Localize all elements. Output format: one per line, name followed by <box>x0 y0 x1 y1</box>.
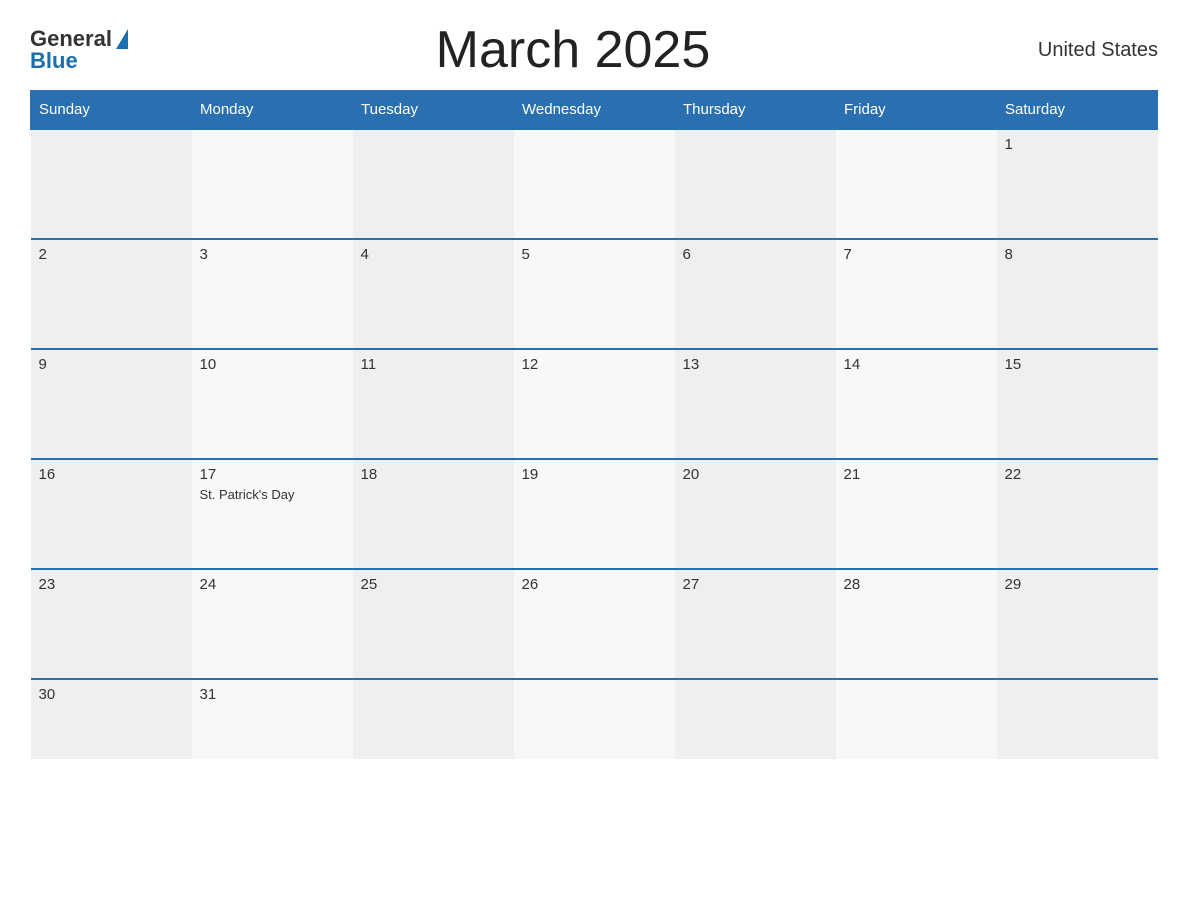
calendar-cell: 22 <box>997 459 1158 569</box>
calendar-week-row: 9 10 11 12 13 14 15 <box>31 349 1158 459</box>
day-number: 31 <box>200 686 345 703</box>
calendar-cell: 9 <box>31 349 192 459</box>
calendar-cell <box>836 129 997 239</box>
calendar-table: Sunday Monday Tuesday Wednesday Thursday… <box>30 90 1158 759</box>
calendar-cell <box>675 129 836 239</box>
day-number: 6 <box>683 246 828 263</box>
calendar-cell: 21 <box>836 459 997 569</box>
day-number: 16 <box>39 466 184 483</box>
header: General Blue March 2025 United States <box>30 20 1158 80</box>
day-number: 5 <box>522 246 667 263</box>
calendar-cell: 25 <box>353 569 514 679</box>
page: General Blue March 2025 United States Su… <box>0 0 1188 918</box>
day-number: 15 <box>1005 356 1150 373</box>
calendar-cell <box>836 679 997 759</box>
day-number: 30 <box>39 686 184 703</box>
col-wednesday: Wednesday <box>514 91 675 130</box>
logo-general-text: General <box>30 28 112 50</box>
day-number: 18 <box>361 466 506 483</box>
day-number: 8 <box>1005 246 1150 263</box>
day-number: 14 <box>844 356 989 373</box>
day-number: 20 <box>683 466 828 483</box>
day-number: 3 <box>200 246 345 263</box>
day-number: 21 <box>844 466 989 483</box>
calendar-cell: 29 <box>997 569 1158 679</box>
calendar-header-row: Sunday Monday Tuesday Wednesday Thursday… <box>31 91 1158 130</box>
calendar-cell: 18 <box>353 459 514 569</box>
day-number: 10 <box>200 356 345 373</box>
calendar-cell: 5 <box>514 239 675 349</box>
logo-triangle-icon <box>116 29 128 49</box>
calendar-cell: 14 <box>836 349 997 459</box>
calendar-cell: 19 <box>514 459 675 569</box>
logo: General Blue <box>30 28 128 72</box>
day-number: 4 <box>361 246 506 263</box>
col-sunday: Sunday <box>31 91 192 130</box>
day-number: 11 <box>361 356 506 373</box>
calendar-cell: 6 <box>675 239 836 349</box>
calendar-cell: 12 <box>514 349 675 459</box>
day-number: 22 <box>1005 466 1150 483</box>
calendar-cell: 8 <box>997 239 1158 349</box>
day-number: 7 <box>844 246 989 263</box>
day-number: 1 <box>1005 136 1150 153</box>
col-tuesday: Tuesday <box>353 91 514 130</box>
calendar-cell: 20 <box>675 459 836 569</box>
calendar-cell: 10 <box>192 349 353 459</box>
calendar-cell: 15 <box>997 349 1158 459</box>
calendar-cell <box>514 129 675 239</box>
calendar-cell <box>514 679 675 759</box>
calendar-week-row: 30 31 <box>31 679 1158 759</box>
calendar-cell: 26 <box>514 569 675 679</box>
calendar-title: March 2025 <box>128 20 1018 80</box>
day-number: 29 <box>1005 576 1150 593</box>
day-number: 12 <box>522 356 667 373</box>
day-number: 27 <box>683 576 828 593</box>
calendar-cell: 3 <box>192 239 353 349</box>
calendar-cell: 27 <box>675 569 836 679</box>
calendar-cell: 7 <box>836 239 997 349</box>
day-number: 19 <box>522 466 667 483</box>
col-friday: Friday <box>836 91 997 130</box>
calendar-week-row: 23 24 25 26 27 28 29 <box>31 569 1158 679</box>
calendar-cell: 13 <box>675 349 836 459</box>
calendar-cell: 23 <box>31 569 192 679</box>
col-monday: Monday <box>192 91 353 130</box>
calendar-cell <box>675 679 836 759</box>
calendar-cell: 1 <box>997 129 1158 239</box>
day-number: 24 <box>200 576 345 593</box>
calendar-cell <box>997 679 1158 759</box>
calendar-week-row: 1 <box>31 129 1158 239</box>
calendar-cell: 30 <box>31 679 192 759</box>
calendar-cell: 16 <box>31 459 192 569</box>
logo-blue-text: Blue <box>30 50 78 72</box>
calendar-cell: 24 <box>192 569 353 679</box>
calendar-event: St. Patrick's Day <box>200 487 345 502</box>
col-thursday: Thursday <box>675 91 836 130</box>
day-number: 25 <box>361 576 506 593</box>
country-label: United States <box>1018 39 1158 62</box>
day-number: 13 <box>683 356 828 373</box>
day-number: 17 <box>200 466 345 483</box>
day-number: 28 <box>844 576 989 593</box>
calendar-cell: 2 <box>31 239 192 349</box>
calendar-cell <box>192 129 353 239</box>
calendar-week-row: 2345678 <box>31 239 1158 349</box>
day-number: 9 <box>39 356 184 373</box>
col-saturday: Saturday <box>997 91 1158 130</box>
day-number: 2 <box>39 246 184 263</box>
calendar-cell: 28 <box>836 569 997 679</box>
calendar-cell <box>353 679 514 759</box>
calendar-week-row: 16 17 St. Patrick's Day 18 19 20 21 22 <box>31 459 1158 569</box>
calendar-cell: 4 <box>353 239 514 349</box>
day-number: 26 <box>522 576 667 593</box>
calendar-cell <box>353 129 514 239</box>
calendar-cell: 31 <box>192 679 353 759</box>
day-number: 23 <box>39 576 184 593</box>
calendar-cell: 11 <box>353 349 514 459</box>
calendar-cell: 17 St. Patrick's Day <box>192 459 353 569</box>
calendar-cell <box>31 129 192 239</box>
